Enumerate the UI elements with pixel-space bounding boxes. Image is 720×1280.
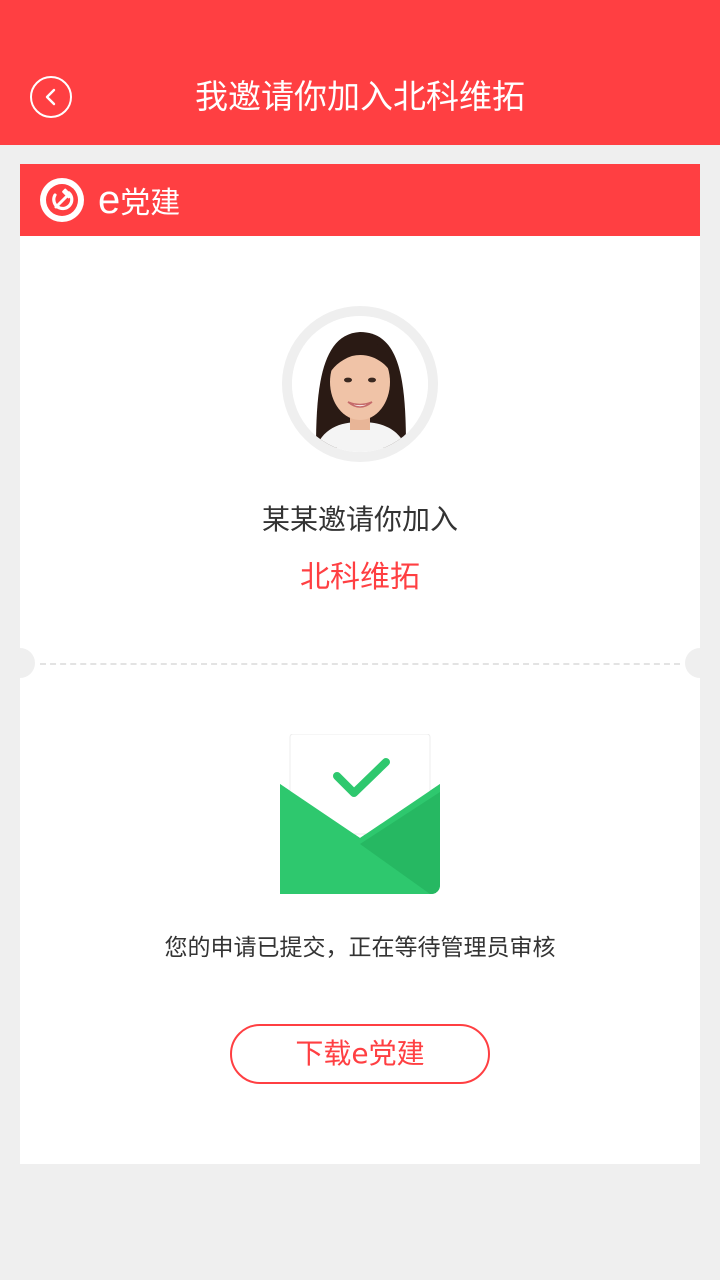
avatar-ring	[282, 306, 438, 462]
back-button[interactable]	[30, 76, 72, 118]
top-bar: 我邀请你加入北科维拓	[0, 0, 720, 145]
brand-e: e	[98, 178, 121, 222]
chevron-left-icon	[45, 88, 56, 106]
download-app-button[interactable]: 下载e党建	[230, 1024, 490, 1084]
ticket-notch-right	[685, 648, 700, 678]
invite-card: e党建 某某邀请你加入 北科维拓 您的申请已提交，正在等待管理员审核 下载e党建	[20, 164, 700, 1164]
inviter-line: 某某邀请你加入	[261, 503, 458, 536]
brand-name: e党建	[98, 174, 180, 226]
page-title: 我邀请你加入北科维拓	[195, 77, 525, 116]
status-message: 您的申请已提交，正在等待管理员审核	[164, 935, 556, 961]
brand-bar: e党建	[20, 164, 700, 236]
ticket-notch-left	[20, 648, 35, 678]
avatar	[292, 316, 428, 452]
envelope-check-icon	[280, 733, 440, 894]
brand-text: 党建	[120, 186, 181, 221]
hammer-sickle-icon	[40, 178, 84, 222]
org-name: 北科维拓	[300, 560, 420, 595]
dashed-divider	[40, 663, 680, 665]
